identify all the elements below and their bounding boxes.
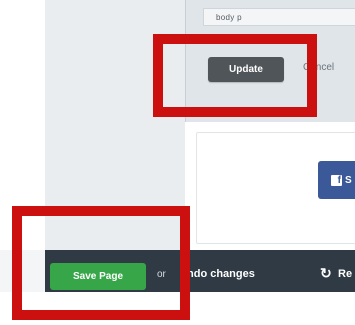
highlight-box-update xyxy=(153,34,317,117)
reload-label[interactable]: Re xyxy=(338,268,352,280)
reload-icon[interactable]: ↻ xyxy=(320,266,332,280)
facebook-icon: f xyxy=(331,174,342,186)
facebook-share-button[interactable]: f S xyxy=(318,161,355,199)
highlight-box-save xyxy=(12,206,190,320)
element-path-bar: body p xyxy=(203,8,355,26)
undo-changes-link[interactable]: ndo changes xyxy=(187,268,255,280)
facebook-share-label: S xyxy=(345,174,352,186)
